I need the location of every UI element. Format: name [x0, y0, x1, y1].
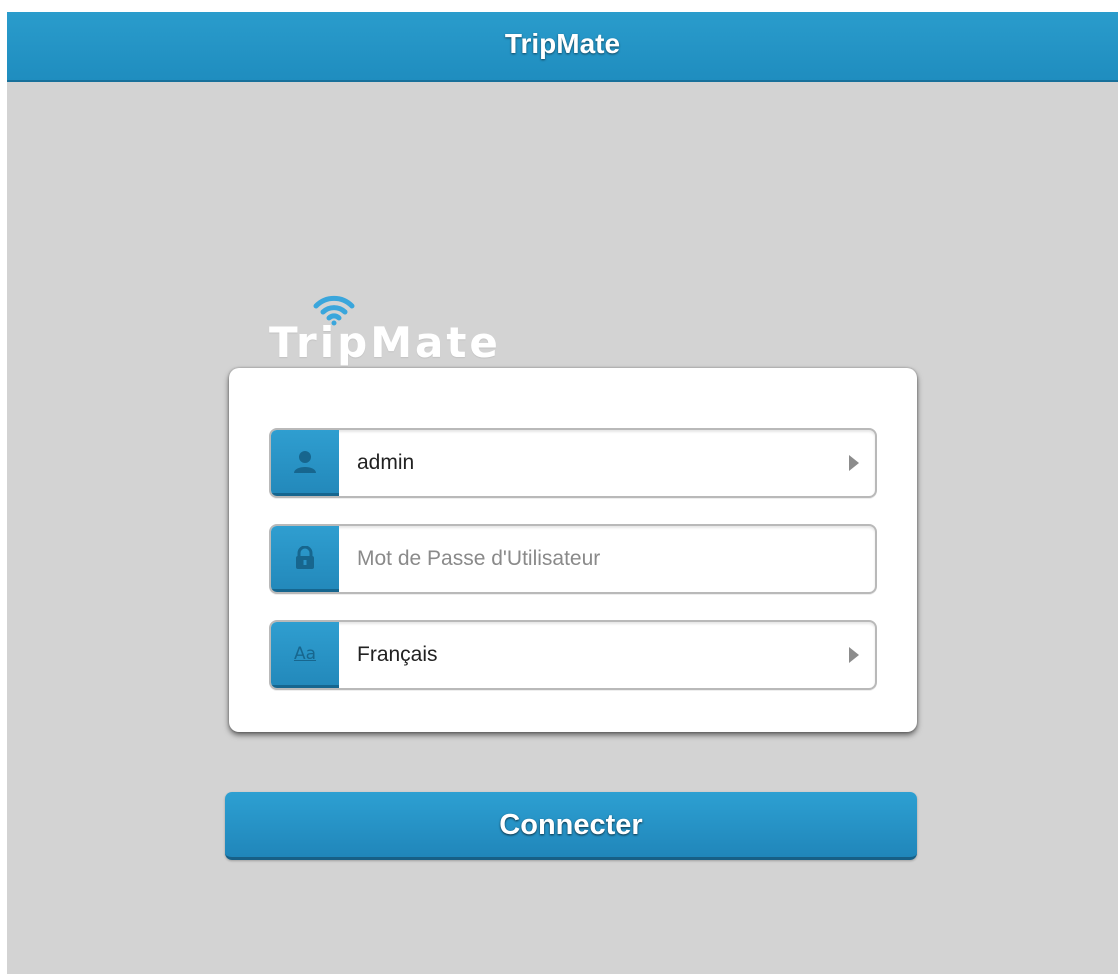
language-value: Français: [357, 643, 438, 666]
tripmate-logo: TripMate: [269, 292, 529, 372]
user-icon: [271, 430, 339, 496]
login-card: admin Aa Français: [229, 368, 917, 732]
password-field[interactable]: [269, 524, 877, 594]
connect-button[interactable]: Connecter: [225, 792, 917, 860]
chevron-right-icon: [849, 455, 859, 471]
chevron-right-icon: [849, 647, 859, 663]
lock-icon: [271, 526, 339, 592]
language-select[interactable]: Aa Français: [269, 620, 877, 690]
password-input[interactable]: [357, 538, 857, 580]
username-select[interactable]: admin: [269, 428, 877, 498]
page-title: TripMate: [504, 28, 621, 59]
logo-text: TripMate: [269, 318, 501, 367]
username-value: admin: [357, 451, 415, 474]
app-window: TripMate TripMate admin Aa Français Conn…: [7, 12, 1118, 974]
font-icon-text: Aa: [293, 643, 317, 664]
top-bar: TripMate: [7, 12, 1118, 82]
font-icon: Aa: [271, 622, 339, 688]
